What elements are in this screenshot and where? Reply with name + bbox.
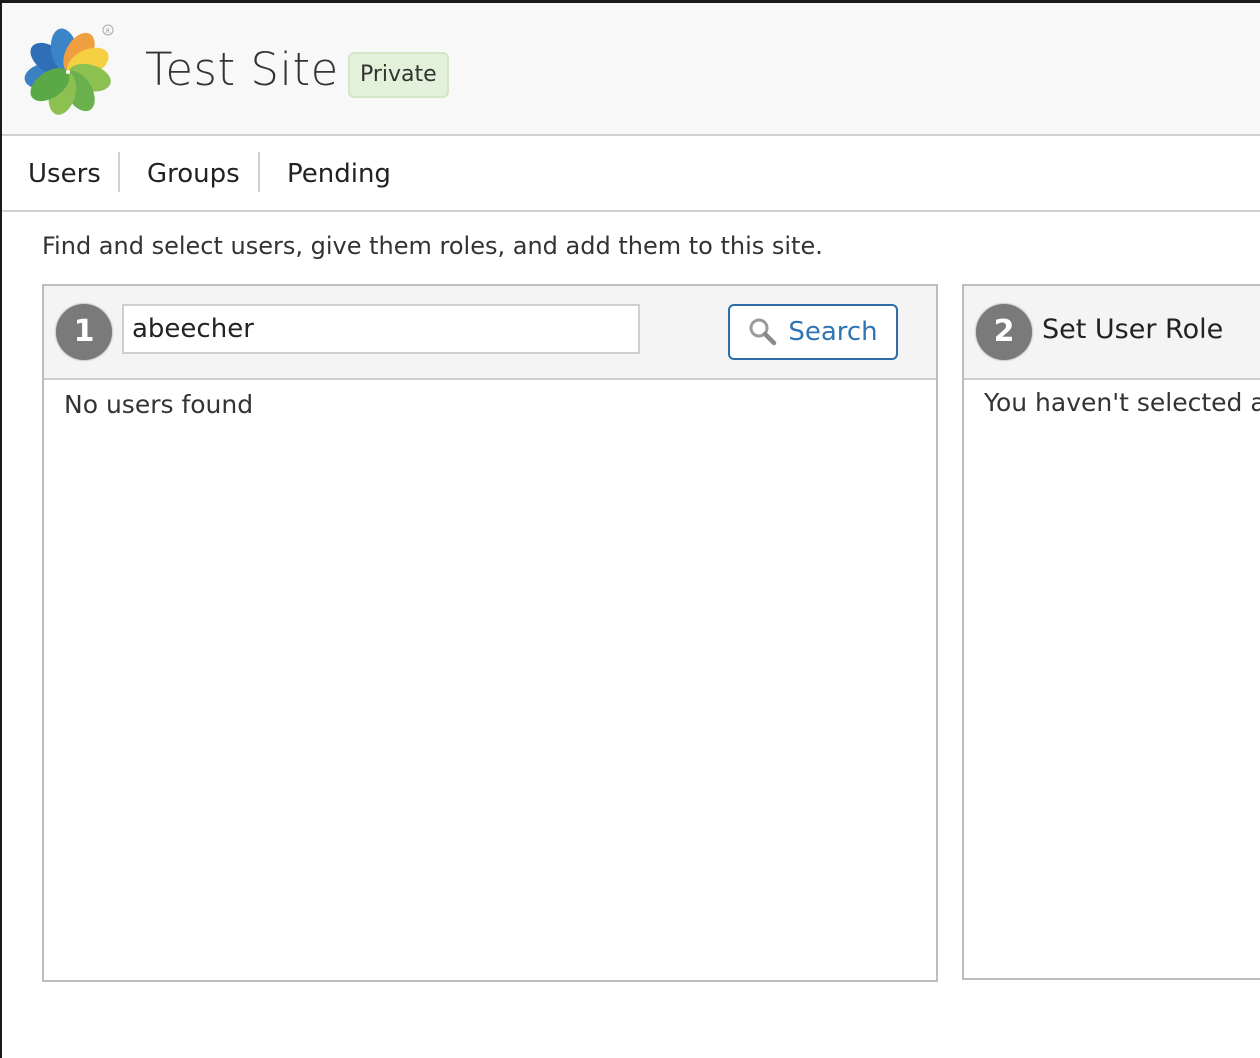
tab-groups[interactable]: Groups [147, 136, 240, 210]
set-role-panel: 2 Set User Role You haven't selected any… [962, 284, 1260, 980]
alfresco-logo-icon: R [24, 24, 114, 115]
search-button-label: Search [788, 317, 878, 347]
step-1-badge: 1 [56, 304, 112, 360]
site-title: Test Site [145, 43, 339, 96]
site-header: R Test Site Private [2, 3, 1260, 136]
svg-text:R: R [106, 28, 110, 35]
no-results-message: No users found [64, 390, 254, 419]
visibility-badge: Private [348, 52, 449, 98]
tab-divider [258, 152, 260, 192]
set-role-title: Set User Role [1042, 314, 1224, 345]
set-role-header: 2 Set User Role [964, 286, 1260, 380]
tab-pending[interactable]: Pending [287, 136, 391, 210]
tab-users[interactable]: Users [28, 136, 101, 210]
intro-text: Find and select users, give them roles, … [42, 232, 823, 260]
find-users-panel: 1 Search No users found [42, 284, 938, 982]
search-button[interactable]: Search [728, 304, 898, 360]
user-search-input[interactable] [122, 304, 640, 354]
step-2-badge: 2 [976, 304, 1032, 360]
no-selection-message: You haven't selected any users yet. [984, 388, 1260, 417]
tab-divider [118, 152, 120, 192]
find-users-header: 1 Search [44, 286, 936, 380]
tab-bar: Users Groups Pending [2, 136, 1260, 212]
magnifier-icon [749, 318, 777, 346]
